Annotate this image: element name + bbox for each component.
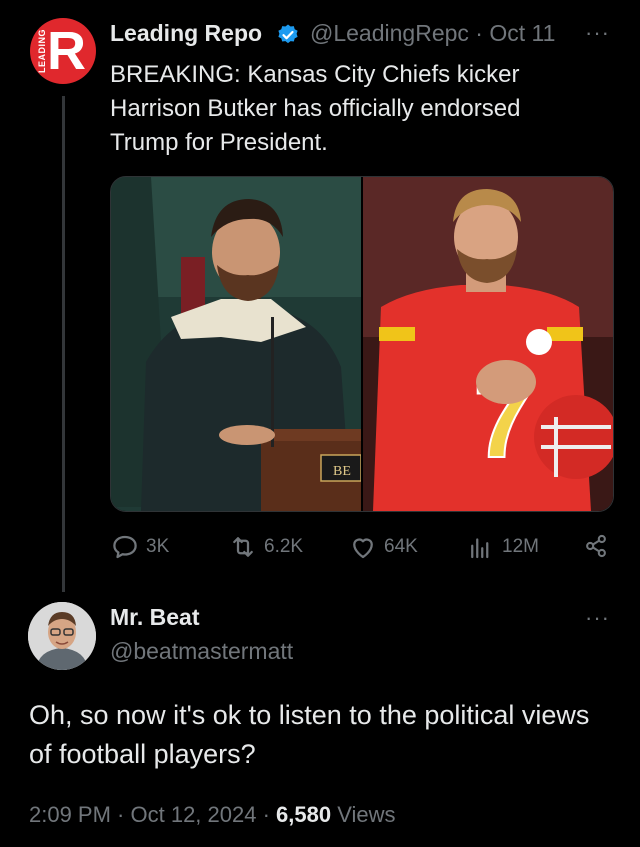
views-button[interactable]: 12M bbox=[466, 532, 539, 562]
meta-separator: · bbox=[110, 802, 131, 827]
avatar-mr-beat[interactable] bbox=[28, 602, 96, 670]
photo-right[interactable]: 7 bbox=[363, 177, 613, 511]
reply-time[interactable]: 2:09 PM bbox=[29, 802, 111, 827]
reply-author-handle[interactable]: @beatmastermatt bbox=[110, 638, 293, 665]
repost-count: 6.2K bbox=[264, 536, 304, 557]
repost-button[interactable]: 6.2K bbox=[228, 532, 303, 562]
reply-metadata: 2:09 PM · Oct 12, 2024 · 6,580 Views bbox=[29, 802, 396, 828]
author-handle[interactable]: @LeadingRepc bbox=[310, 20, 469, 46]
avatar-leading-repo[interactable]: R LEADING bbox=[30, 18, 96, 84]
engagement-bar: 3K 6.2K 64K 12M bbox=[110, 532, 610, 566]
tweet-media[interactable]: BE 7 bbox=[110, 176, 614, 512]
tweet-media-photos: BE 7 bbox=[111, 177, 613, 511]
avatar-logo-letter: R bbox=[47, 21, 86, 81]
like-button[interactable]: 64K bbox=[348, 532, 418, 562]
reply-button[interactable]: 3K bbox=[110, 532, 169, 562]
share-button[interactable] bbox=[582, 532, 610, 560]
reply-author-name[interactable]: Mr. Beat bbox=[110, 604, 199, 631]
like-count: 64K bbox=[384, 536, 418, 557]
repost-icon bbox=[233, 537, 253, 557]
tweet-text: BREAKING: Kansas City Chiefs kicker Harr… bbox=[110, 61, 521, 156]
share-icon bbox=[586, 534, 606, 558]
separator-dot: · bbox=[475, 20, 483, 46]
reply-more-options-icon[interactable]: ··· bbox=[585, 605, 610, 631]
heart-icon bbox=[353, 538, 373, 559]
reply-icon bbox=[113, 535, 137, 559]
author-handle-and-date: @LeadingRepc · Oct 11 bbox=[310, 20, 555, 47]
reply-count: 3K bbox=[146, 536, 170, 557]
podium-sign-text: BE bbox=[333, 464, 351, 479]
author-name[interactable]: Leading Repo bbox=[110, 20, 262, 47]
tweet-date[interactable]: Oct 11 bbox=[489, 20, 555, 46]
reply-date[interactable]: Oct 12, 2024 bbox=[131, 802, 257, 827]
thread-line bbox=[62, 96, 65, 592]
photo-left[interactable]: BE bbox=[111, 177, 362, 511]
more-options-icon[interactable]: ··· bbox=[585, 20, 610, 46]
views-count: 12M bbox=[502, 536, 539, 557]
reply-views-label: Views bbox=[331, 802, 396, 827]
views-chart-icon bbox=[471, 538, 489, 559]
avatar-logo-side-text: LEADING bbox=[37, 29, 47, 73]
meta-separator: · bbox=[256, 802, 277, 827]
reply-views-count: 6,580 bbox=[276, 802, 332, 827]
reply-text: Oh, so now it's ok to listen to the poli… bbox=[29, 700, 590, 769]
verified-badge-icon bbox=[278, 24, 298, 44]
avatar-photo bbox=[28, 602, 96, 670]
